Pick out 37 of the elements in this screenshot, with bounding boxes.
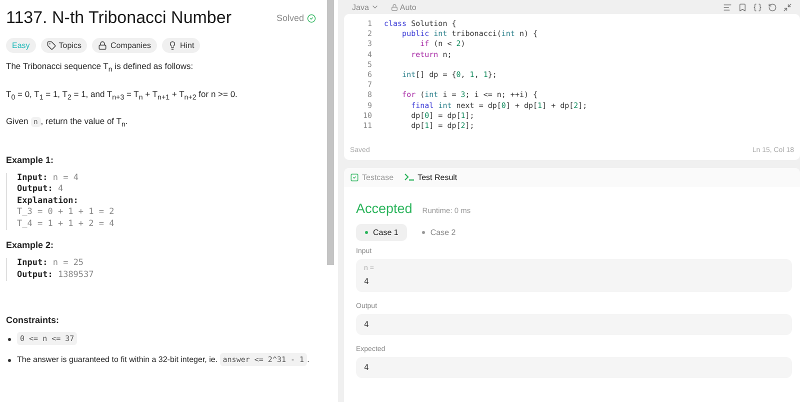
description-text: T$_{0}$ = 0, T$_{1}$ = 1, T$_{2}$ = 1, and T$_{n+3}$ = T$_{n}$ + T$_{n+1}$ + T$_{n+2}$ for n >= 0. — [6, 88, 238, 104]
tag-icon — [46, 41, 56, 50]
lock-icon — [98, 41, 108, 50]
mode-label: Auto — [390, 2, 416, 12]
checkbox-icon — [350, 173, 359, 182]
example-heading: Example 2: — [6, 240, 55, 250]
lock-icon — [390, 4, 398, 10]
difficulty-tag: Easy — [6, 38, 36, 53]
companies-button[interactable]: Companies — [92, 38, 157, 53]
lightbulb-icon — [168, 41, 177, 50]
solved-status: Solved — [276, 13, 316, 23]
chevron-down-icon — [370, 3, 379, 11]
hint-button[interactable]: Hint — [162, 38, 200, 53]
description-text: The Tribonacci sequence T$_{n}$ is defined as follows: — [6, 61, 194, 76]
example-block: Input: n = 25 Output: 1389537 — [6, 258, 316, 282]
panel-tab[interactable]: Test Result — [404, 172, 458, 182]
scrollbar-thumb[interactable] — [326, 0, 334, 265]
braces-icon[interactable] — [753, 2, 762, 12]
case-tab[interactable]: Case 2 — [413, 224, 465, 241]
constraints-heading: Constraints: — [6, 315, 60, 326]
case-tab[interactable]: Case 1 — [356, 224, 408, 241]
minimize-icon[interactable] — [783, 2, 792, 12]
bullet-icon — [8, 338, 11, 342]
bullet-icon — [8, 358, 11, 362]
problem-title: 1137. N-th Tribonacci Number — [6, 8, 232, 28]
format-icon[interactable] — [723, 2, 732, 12]
bookmark-icon[interactable] — [738, 2, 747, 12]
topics-button[interactable]: Topics — [40, 38, 88, 53]
check-circle-icon — [307, 14, 316, 22]
example-heading: Example 1: — [6, 154, 55, 165]
verdict-text: Accepted — [356, 201, 412, 216]
reset-icon[interactable] — [768, 2, 777, 12]
value-text: 4 — [364, 277, 370, 286]
example-block: Input: n = 4 Output: 4 Explanation: T_3 = 0 + 1 + 1 = 2 T_4 = 1 + 1 + 2 = 4 — [6, 172, 316, 230]
value-text: 4 — [364, 320, 370, 329]
terminal-icon — [404, 172, 415, 182]
value-text: 4 — [364, 363, 370, 372]
